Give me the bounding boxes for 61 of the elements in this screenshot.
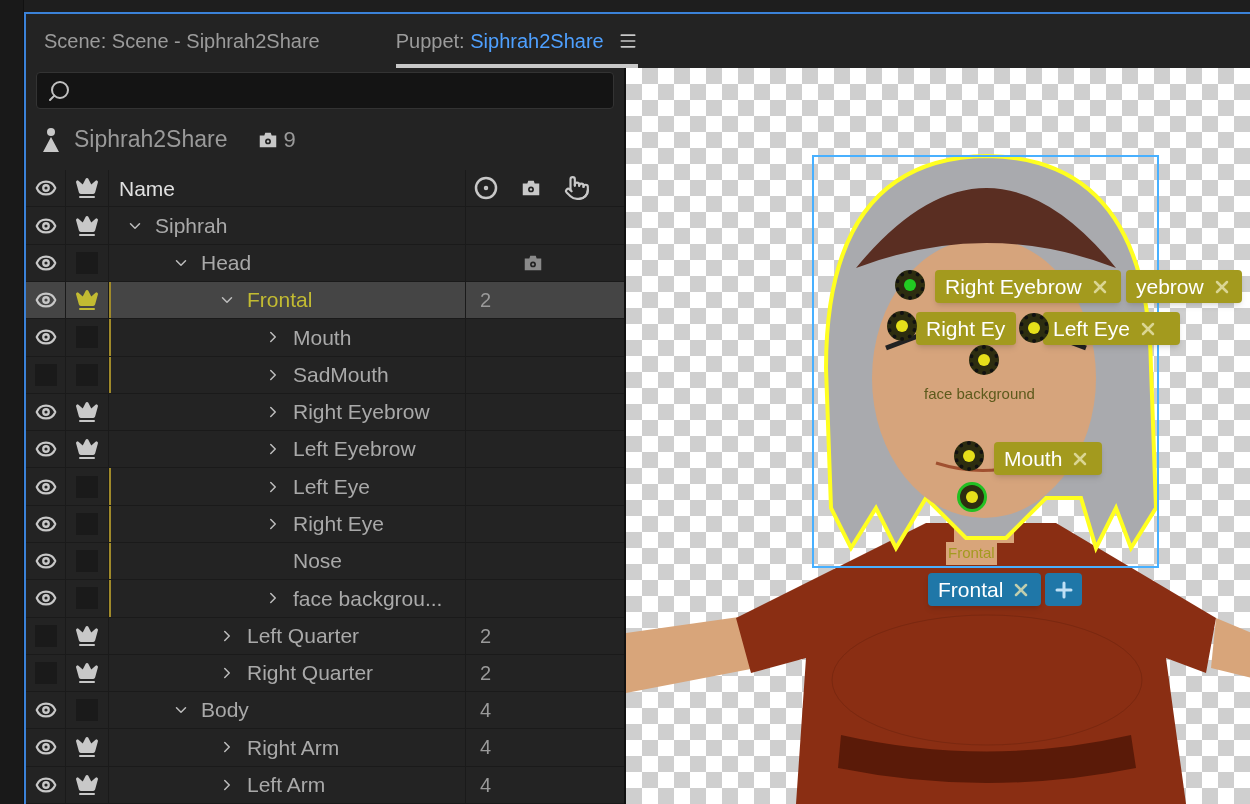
behavior-count: 2 [480, 288, 492, 314]
crown-icon[interactable] [75, 660, 99, 685]
tree-row[interactable]: Right Eyebrow [26, 393, 624, 432]
layer-name: Left Arm [247, 772, 326, 798]
crown-icon[interactable] [75, 772, 99, 797]
tree-row[interactable]: Head [26, 244, 624, 282]
layer-name: Right Arm [247, 734, 340, 761]
tree-row[interactable]: Right Eye [26, 505, 624, 543]
crown-icon[interactable] [75, 213, 99, 238]
crown-icon [75, 176, 99, 201]
tree-row[interactable]: Left Eyebrow [26, 431, 624, 469]
handle-tag[interactable]: Frontal [928, 573, 1042, 606]
column-header[interactable]: Name [119, 172, 176, 204]
search-icon [47, 78, 71, 103]
layer-name: Right Eye [293, 511, 385, 538]
crown-icon[interactable] [75, 623, 99, 648]
tree-row[interactable]: Right Arm 4 [26, 729, 624, 767]
panel-tab[interactable]: Scene: Scene - Siphrah2Share [44, 26, 320, 68]
layer-label: face background [924, 384, 1035, 404]
behavior-count: 4 [480, 698, 492, 724]
layer-name: Left Eyebrow [293, 436, 416, 463]
layer-name: Mouth [293, 324, 352, 351]
tree-row[interactable]: SadMouth [26, 356, 624, 394]
layer-label: Frontal [946, 542, 997, 565]
layer-name: Frontal [247, 287, 313, 314]
layer-name: Right Quarter [247, 660, 374, 687]
behavior-count: 2 [480, 660, 492, 686]
puppet-name: Siphrah2Share [74, 125, 228, 155]
hand-icon [564, 175, 590, 202]
add-button[interactable] [1045, 573, 1082, 606]
layer-name: Left Quarter [247, 622, 360, 649]
layer-name: Right Eyebrow [293, 399, 430, 426]
layer-name: Head [201, 250, 252, 277]
layer-name: Left Eye [293, 473, 371, 500]
tree-row[interactable]: Frontal 2 [26, 281, 624, 320]
layer-name: Siphrah [155, 212, 228, 239]
crown-icon[interactable] [75, 437, 99, 462]
layer-name: Body [201, 697, 249, 724]
tree-row[interactable]: Nose [26, 542, 624, 581]
tree-row[interactable]: Siphrah [26, 207, 624, 245]
tree-row[interactable]: Right Quarter 2 [26, 654, 624, 693]
behavior-count: 9 [283, 126, 296, 155]
crown-icon[interactable] [75, 735, 99, 760]
tree-row[interactable]: Left Eye [26, 468, 624, 506]
behavior-count: 4 [480, 772, 492, 798]
tree-row[interactable]: Mouth [26, 319, 624, 357]
puppet-canvas[interactable]: Right Eyebrow yebrow Right Ey Left Eye face background Mouth Frontal Frontal [626, 68, 1250, 804]
search-field[interactable] [36, 72, 614, 110]
behavior-count: 4 [480, 735, 492, 761]
crown-icon[interactable] [75, 399, 99, 424]
layer-name: Nose [293, 548, 343, 575]
layer-name: SadMouth [293, 361, 389, 388]
tree-row[interactable]: face backgrou... [26, 580, 624, 618]
puppet-icon [42, 126, 60, 153]
behavior-count: 2 [480, 623, 492, 649]
tree-row[interactable]: Left Arm 4 [26, 766, 624, 804]
crown-icon[interactable] [75, 288, 99, 313]
tree-row[interactable]: Left Quarter 2 [26, 617, 624, 655]
layer-name: face backgrou... [293, 585, 443, 612]
target-icon [474, 176, 498, 201]
tree-row[interactable]: Body 4 [26, 692, 624, 730]
